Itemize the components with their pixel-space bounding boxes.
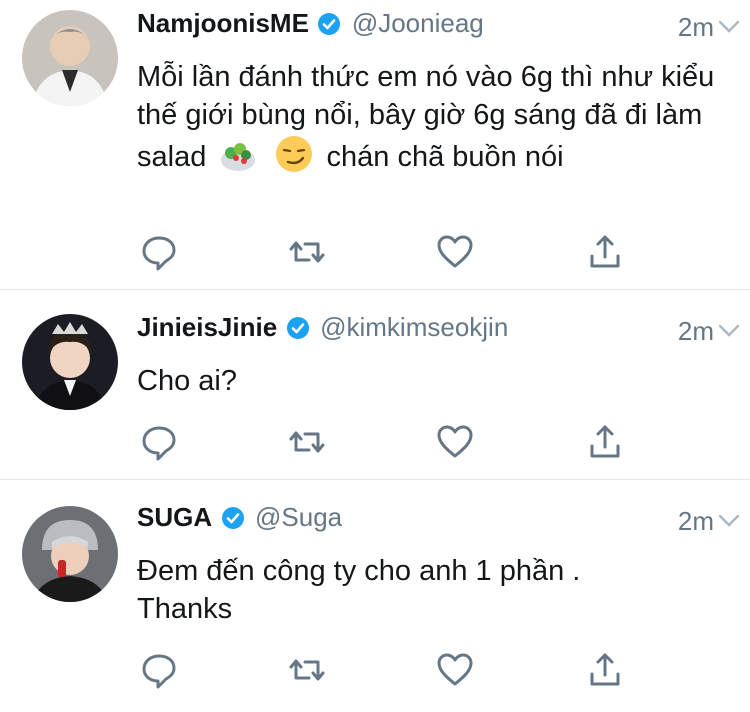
tweet-text-part: chán chã buồn nói: [326, 141, 564, 173]
verified-badge-icon: [286, 316, 309, 339]
chevron-down-icon[interactable]: [716, 318, 742, 344]
tweet-1[interactable]: NamjoonisME @Joonieag 2m Mỗi lần đánh th…: [0, 0, 750, 290]
tweet-header: SUGA @Suga: [137, 502, 342, 542]
heart-icon[interactable]: [435, 422, 475, 462]
reply-icon[interactable]: [139, 422, 179, 462]
user-handle[interactable]: @Suga: [255, 502, 342, 532]
tweet-text: Mỗi lần đánh thức em nó vào 6g thì như k…: [137, 58, 727, 176]
share-icon[interactable]: [585, 650, 625, 690]
verified-badge-icon: [318, 12, 341, 35]
chevron-down-icon[interactable]: [716, 508, 742, 534]
user-display-name[interactable]: JinieisJinie: [137, 312, 277, 342]
tweet-header: JinieisJinie @kimkimseokjin: [137, 312, 508, 352]
share-icon[interactable]: [585, 422, 625, 462]
tweet-timestamp[interactable]: 2m: [678, 506, 714, 537]
tweet-3[interactable]: SUGA @Suga 2m Đem đến công ty cho anh 1 …: [0, 480, 750, 712]
avatar-jin[interactable]: [22, 314, 118, 410]
tweet-text: Đem đến công ty cho anh 1 phần . Thanks: [137, 555, 581, 625]
heart-icon[interactable]: [435, 232, 475, 272]
chevron-down-icon[interactable]: [716, 14, 742, 40]
tweet-timestamp[interactable]: 2m: [678, 12, 714, 43]
reply-icon[interactable]: [139, 650, 179, 690]
retweet-icon[interactable]: [287, 650, 327, 690]
avatar-namjoon[interactable]: [22, 10, 118, 106]
share-icon[interactable]: [585, 232, 625, 272]
user-display-name[interactable]: NamjoonisME: [137, 8, 309, 38]
verified-badge-icon: [221, 506, 244, 529]
smirk-emoji: [276, 136, 313, 172]
tweet-actions: [137, 422, 637, 462]
tweet-header: NamjoonisME @Joonieag: [137, 8, 484, 48]
retweet-icon[interactable]: [287, 232, 327, 272]
user-display-name[interactable]: SUGA: [137, 502, 212, 532]
tweet-timestamp[interactable]: 2m: [678, 316, 714, 347]
tweet-actions: [137, 232, 637, 272]
avatar-suga[interactable]: [22, 506, 118, 602]
retweet-icon[interactable]: [287, 422, 327, 462]
reply-icon[interactable]: [139, 232, 179, 272]
user-handle[interactable]: @Joonieag: [352, 8, 484, 38]
tweet-actions: [137, 650, 637, 690]
user-handle[interactable]: @kimkimseokjin: [320, 312, 508, 342]
tweet-text: Cho ai?: [137, 365, 237, 397]
salad-emoji: [221, 143, 256, 171]
heart-icon[interactable]: [435, 650, 475, 690]
tweet-2[interactable]: JinieisJinie @kimkimseokjin 2m Cho ai?: [0, 290, 750, 480]
